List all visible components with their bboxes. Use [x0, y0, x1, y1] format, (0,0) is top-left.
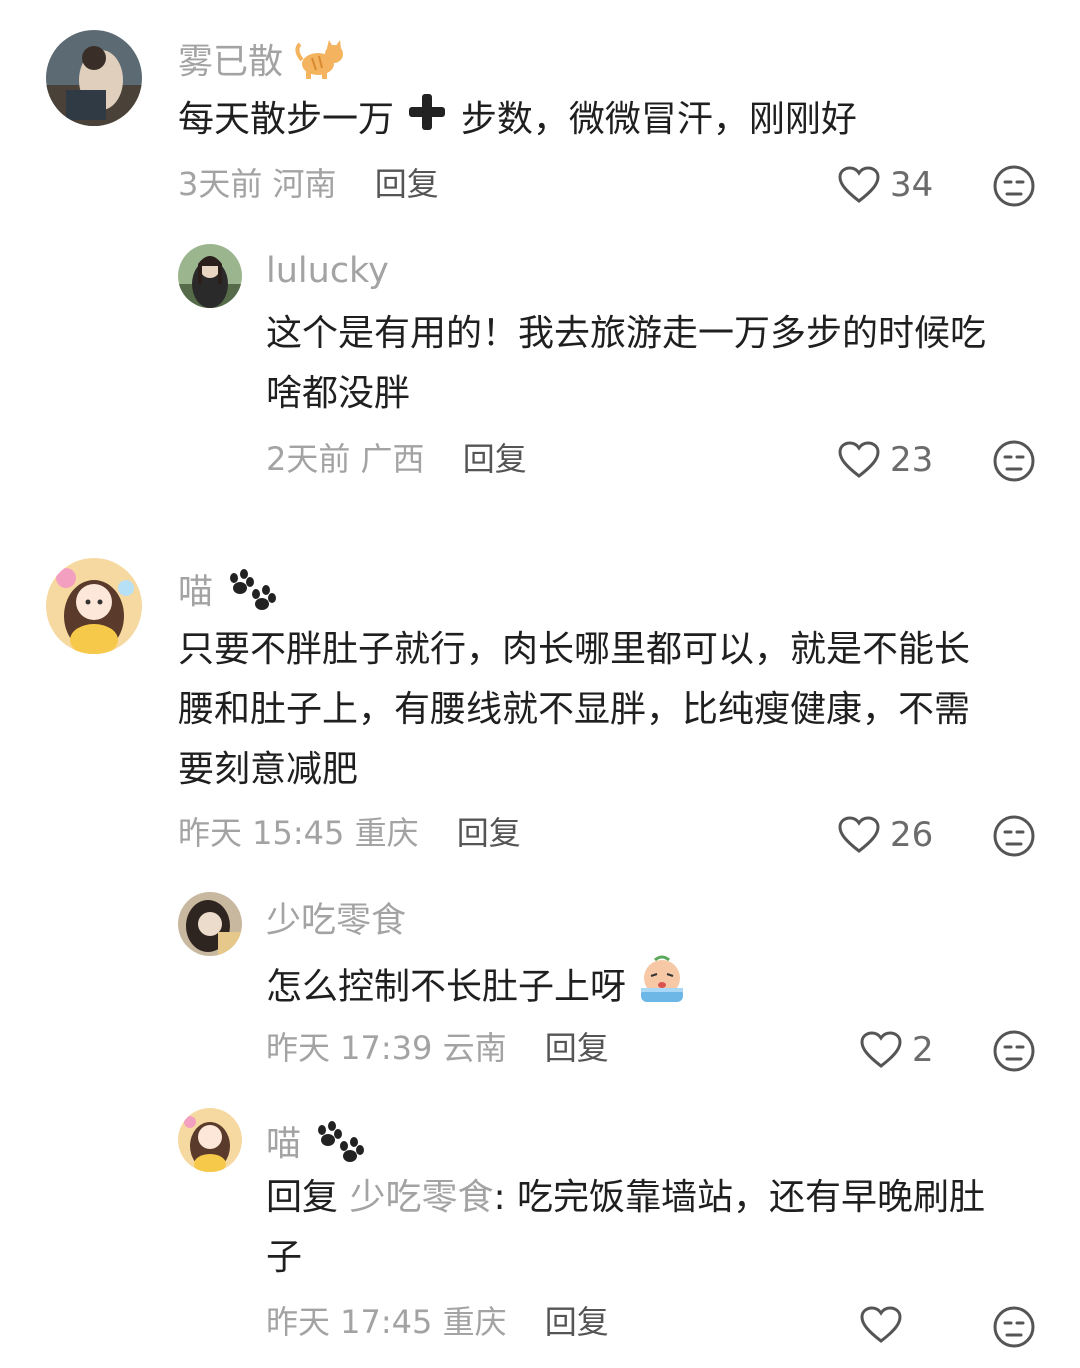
timestamp: 昨天 15:45	[178, 814, 345, 852]
username-text: 喵	[178, 572, 214, 613]
username[interactable]: 少吃零食	[266, 904, 406, 939]
like-count: 34	[890, 165, 934, 205]
comment-meta: 2天前 广西 回复	[266, 443, 527, 475]
neutral-face-icon[interactable]	[993, 815, 1035, 857]
username[interactable]: 雾已散	[178, 40, 348, 87]
reply-button[interactable]: 回复	[375, 165, 439, 203]
username-text: 喵	[266, 1124, 302, 1165]
avatar[interactable]	[178, 244, 242, 308]
comment-meta: 昨天 17:45 重庆 回复	[266, 1306, 609, 1338]
avatar[interactable]	[178, 892, 242, 956]
username[interactable]: 喵	[178, 568, 278, 619]
neutral-face-icon[interactable]	[993, 440, 1035, 482]
reply-item: 喵 回复 少吃零食: 吃完饭靠墙站，还有早晚刷肚 子 昨天 17:45 重庆 回…	[0, 1090, 1080, 1368]
comment-text-line: 这个是有用的！我去旅游走一万多步的时候吃	[266, 313, 987, 354]
heart-outline-icon	[838, 816, 880, 853]
paw-icon	[312, 1120, 366, 1171]
like-count: 2	[912, 1030, 934, 1070]
comment-meta: 昨天 17:39 云南 回复	[266, 1032, 609, 1064]
comment-text: 这个是有用的！我去旅游走一万多步的时候吃 啥都没胖	[266, 304, 1046, 424]
reply-item: lulucky 这个是有用的！我去旅游走一万多步的时候吃 啥都没胖 2天前 广西…	[0, 230, 1080, 530]
like-button[interactable]: 26	[838, 815, 933, 855]
heart-outline-icon	[860, 1306, 902, 1343]
timestamp: 昨天 17:39	[266, 1029, 433, 1067]
comment-text: 回复 少吃零食: 吃完饭靠墙站，还有早晚刷肚 子	[266, 1168, 1046, 1288]
neutral-face-icon[interactable]	[993, 1306, 1035, 1348]
timestamp: 昨天 17:45	[266, 1303, 433, 1341]
comment-text-line: 腰和肚子上，有腰线就不显胖，比纯瘦健康，不需	[178, 689, 971, 730]
neutral-face-icon[interactable]	[993, 1030, 1035, 1072]
avatar[interactable]	[46, 558, 142, 654]
comment-text-line: 怎么控制不长肚子上呀	[266, 966, 627, 1008]
comment-item: 雾已散 每天散步一万 步数，微微冒汗，刚刚好 3天前 河南 回复 34	[0, 0, 1080, 230]
username[interactable]: lulucky	[266, 254, 389, 289]
comment-meta: 昨天 15:45 重庆 回复	[178, 817, 521, 849]
comment-text-part: 每天散步一万	[178, 99, 395, 140]
like-button[interactable]: 34	[838, 165, 933, 205]
location: 重庆	[354, 814, 419, 852]
plus-icon	[405, 91, 449, 151]
comment-text-line: 只要不胖肚子就行，肉长哪里都可以，就是不能长	[178, 629, 971, 670]
username-text: 雾已散	[178, 42, 284, 83]
comment-text: 只要不胖肚子就行，肉长哪里都可以，就是不能长 腰和肚子上，有腰线就不显胖，比纯瘦…	[178, 620, 1048, 800]
reply-target-link[interactable]: 少吃零食	[349, 1177, 493, 1218]
comment-text: 怎么控制不长肚子上呀	[266, 954, 1046, 1023]
comment-text-line: 子	[266, 1237, 303, 1278]
cat-emoji-icon	[294, 40, 348, 87]
reply-prefix: 回复	[266, 1177, 339, 1218]
comment-meta: 3天前 河南 回复	[178, 168, 439, 200]
comment-text-line: 要刻意减肥	[178, 749, 359, 790]
timestamp: 2天前	[266, 440, 351, 478]
like-count: 26	[890, 815, 934, 855]
like-button[interactable]: 23	[838, 440, 933, 480]
crying-emoji-icon	[637, 954, 687, 1023]
reply-item: 少吃零食 怎么控制不长肚子上呀 昨天 17:39 云南 回复 2	[0, 870, 1080, 1090]
location: 重庆	[442, 1303, 507, 1341]
username[interactable]: 喵	[266, 1120, 366, 1171]
like-button[interactable]: 2	[860, 1030, 934, 1070]
neutral-face-icon[interactable]	[993, 165, 1035, 207]
reply-button[interactable]: 回复	[545, 1029, 609, 1067]
comment-text-line: 啥都没胖	[266, 373, 411, 414]
reply-button[interactable]: 回复	[457, 814, 521, 852]
comment-text-line: 回复 少吃零食: 吃完饭靠墙站，还有早晚刷肚	[266, 1168, 1046, 1228]
location: 广西	[360, 440, 425, 478]
heart-outline-icon	[838, 441, 880, 478]
comment-text-part: 步数，微微冒汗，刚刚好	[460, 99, 857, 140]
reply-button[interactable]: 回复	[463, 440, 527, 478]
timestamp: 3天前	[178, 165, 263, 203]
paw-icon	[224, 568, 278, 619]
location: 云南	[442, 1029, 507, 1067]
heart-outline-icon	[860, 1031, 902, 1068]
comment-text: 每天散步一万 步数，微微冒汗，刚刚好	[178, 90, 1058, 151]
comment-item: 喵 只要不胖肚子就行，肉长哪里都可以，就是不能长 腰和肚子上，有腰线就不显胖，比…	[0, 530, 1080, 870]
like-count: 23	[890, 440, 934, 480]
like-button[interactable]	[860, 1306, 902, 1344]
reply-button[interactable]: 回复	[545, 1303, 609, 1341]
avatar[interactable]	[46, 30, 142, 126]
avatar[interactable]	[178, 1108, 242, 1172]
heart-outline-icon	[838, 166, 880, 203]
comment-text-part: : 吃完饭靠墙站，还有早晚刷肚	[493, 1177, 986, 1218]
location: 河南	[272, 165, 337, 203]
